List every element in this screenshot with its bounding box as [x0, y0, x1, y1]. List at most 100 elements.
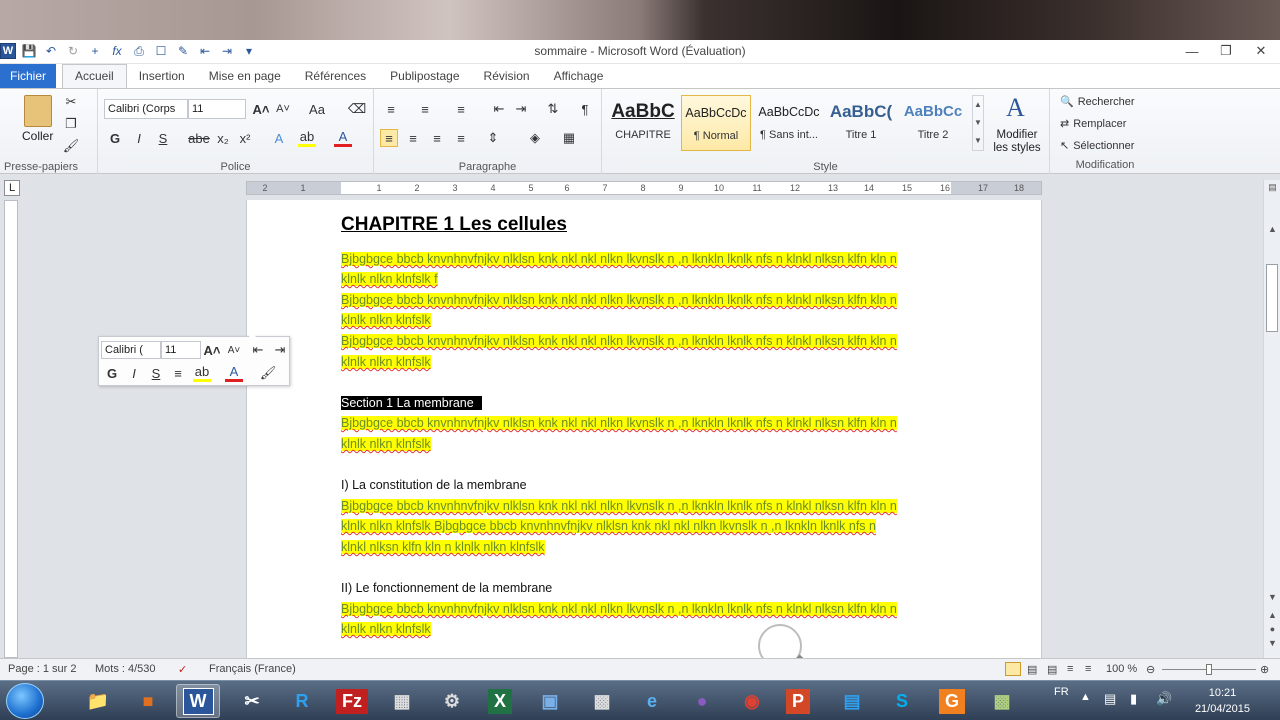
shrink-font-icon[interactable]: A˅ [274, 100, 292, 118]
mini-font-size[interactable]: 11 [161, 341, 201, 359]
tray-expand-icon[interactable]: ▲ [1080, 691, 1091, 703]
font-name-select[interactable]: Calibri (Corps [104, 99, 188, 119]
subheading-fonctionnement[interactable]: II) Le fonctionnement de la membrane [341, 578, 552, 598]
scroll-thumb[interactable] [1266, 264, 1278, 332]
tab-page-layout[interactable]: Mise en page [197, 65, 293, 88]
tab-view[interactable]: Affichage [542, 65, 616, 88]
filler-paragraph[interactable]: klnlk nlkn klnfslk f [341, 272, 438, 286]
justify-icon[interactable]: ≡ [452, 129, 470, 147]
tray-device-icon[interactable]: ▤ [1104, 691, 1116, 707]
bullets-icon[interactable]: ≡ [382, 100, 400, 118]
tab-file[interactable]: Fichier [0, 64, 56, 88]
next-page-icon[interactable]: ▼ [1264, 638, 1280, 652]
mini-font-name[interactable]: Calibri ( [101, 341, 161, 359]
filler-paragraph[interactable]: klnlk nlkn klnfslk Bjbgbgce bbcb knvnhnv… [341, 519, 876, 533]
filler-paragraph[interactable]: klnlk nlkn klnfslk [341, 355, 431, 369]
mini-shrink-font-icon[interactable]: A˅ [225, 341, 243, 359]
mini-indent-icon[interactable]: ⇥ [271, 341, 289, 359]
decrease-indent-icon[interactable]: ⇤ [490, 100, 508, 118]
style-titre-2[interactable]: AaBbCc Titre 2 [898, 95, 968, 151]
previous-page-icon[interactable]: ▲ [1264, 610, 1280, 624]
vertical-scrollbar[interactable]: ▤ ▲ ▼ ▲ ● ▼ [1263, 180, 1280, 658]
full-screen-view-icon[interactable]: ▤ [1027, 663, 1037, 676]
input-language[interactable]: FR [1054, 686, 1069, 698]
replace-button[interactable]: ⇄ Remplacer [1060, 117, 1126, 131]
sort-icon[interactable]: ⇅ [544, 100, 562, 118]
internet-explorer-icon[interactable]: e [630, 684, 674, 718]
subscript-icon[interactable]: x₂ [214, 129, 232, 147]
align-right-icon[interactable]: ≡ [428, 129, 446, 147]
filler-paragraph[interactable]: Bjbgbgce bbcb knvnhnvfnjkv nlklsn knk nk… [341, 334, 897, 348]
superscript-icon[interactable]: x² [236, 129, 254, 147]
select-button[interactable]: ↖ Sélectionner [1060, 139, 1134, 153]
filler-paragraph[interactable]: klnlk nlkn klnfslk [341, 437, 431, 451]
network-icon[interactable]: ▮ [1130, 691, 1137, 707]
page-count[interactable]: Page : 1 sur 2 [8, 663, 77, 675]
maximize-button[interactable]: ❐ [1211, 42, 1241, 60]
grow-font-icon[interactable]: A˄ [252, 100, 270, 118]
horizontal-ruler[interactable]: 2 1 1 2 3 4 5 6 7 8 9 10 11 12 13 14 15 … [246, 181, 1042, 195]
multilevel-list-icon[interactable]: ≡ [452, 100, 470, 118]
word-taskbar-icon[interactable]: W [176, 684, 220, 718]
filler-paragraph[interactable]: klnlk nlkn klnfslk [341, 622, 431, 636]
show-formatting-icon[interactable]: ¶ [576, 100, 594, 118]
paste-button[interactable]: Coller [22, 129, 53, 143]
filezilla-icon[interactable]: Fz [330, 684, 374, 718]
powerpoint-icon[interactable]: P [776, 684, 820, 718]
draft-view-icon[interactable]: ≡ [1085, 663, 1091, 675]
bold-button[interactable]: G [106, 129, 124, 147]
start-button[interactable] [6, 683, 44, 719]
app-blue-icon[interactable]: ▤ [830, 684, 874, 718]
calculator-icon[interactable]: ▦ [380, 684, 424, 718]
mini-italic-button[interactable]: I [125, 364, 143, 382]
section-heading-selected[interactable]: Section 1 La membrane [341, 396, 482, 410]
font-color-icon[interactable]: A [334, 129, 352, 147]
media-icon[interactable]: ▩ [580, 684, 624, 718]
mini-format-painter-icon[interactable]: 🖌 [259, 364, 277, 382]
outline-view-icon[interactable]: ≡ [1067, 663, 1073, 675]
mini-grow-font-icon[interactable]: A˄ [203, 341, 221, 359]
filler-paragraph[interactable]: Bjbgbgce bbcb knvnhnvfnjkv nlklsn knk nk… [341, 499, 897, 513]
style-titre-1[interactable]: AaBbC( Titre 1 [826, 95, 896, 151]
style-chapitre[interactable]: AaBbC CHAPITRE [608, 95, 678, 151]
tab-selector[interactable]: L [4, 180, 20, 196]
filler-paragraph[interactable]: Bjbgbgce bbcb knvnhnvfnjkv nlklsn knk nk… [341, 252, 897, 266]
mini-font-color-icon[interactable]: A [225, 364, 243, 382]
filler-paragraph[interactable]: klnkl nlksn klfn kln n klnlk nlkn klnfsl… [341, 540, 545, 554]
borders-icon[interactable]: ▦ [560, 129, 578, 147]
align-center-icon[interactable]: ≡ [404, 129, 422, 147]
zoom-in-icon[interactable]: ⊕ [1260, 663, 1269, 676]
pdf-app-icon[interactable]: G [930, 684, 974, 718]
volume-icon[interactable]: 🔊 [1156, 691, 1172, 707]
onenote-icon[interactable]: ● [680, 684, 724, 718]
chrome-icon[interactable]: ◉ [730, 684, 774, 718]
style-sans-interligne[interactable]: AaBbCcDc ¶ Sans int... [754, 95, 824, 151]
font-size-select[interactable]: 11 [188, 99, 246, 119]
app-r-icon[interactable]: R [280, 684, 324, 718]
filler-paragraph[interactable]: Bjbgbgce bbcb knvnhnvfnjkv nlklsn knk nk… [341, 293, 897, 307]
zoom-out-icon[interactable]: ⊖ [1146, 663, 1155, 676]
strikethrough-icon[interactable]: abe [188, 129, 210, 147]
cut-icon[interactable]: ✂ [62, 93, 80, 111]
mini-center-icon[interactable]: ≡ [169, 364, 187, 382]
filler-paragraph[interactable]: Bjbgbgce bbcb knvnhnvfnjkv nlklsn knk nk… [341, 602, 897, 616]
numbering-icon[interactable]: ≡ [416, 100, 434, 118]
vertical-ruler[interactable] [4, 200, 18, 658]
find-button[interactable]: 🔍 Rechercher [1060, 95, 1135, 109]
minimize-button[interactable]: — [1177, 42, 1207, 60]
change-case-icon[interactable]: Aa [308, 100, 326, 118]
excel-icon[interactable]: X [478, 684, 522, 718]
browse-object-icon[interactable]: ● [1264, 624, 1280, 638]
ruler-toggle-icon[interactable]: ▤ [1264, 182, 1280, 196]
document-page[interactable]: CHAPITRE 1 Les cellules Bjbgbgce bbcb kn… [246, 200, 1042, 658]
network-app-icon[interactable]: ▣ [528, 684, 572, 718]
tab-home[interactable]: Accueil [62, 64, 127, 88]
tab-references[interactable]: Références [293, 65, 378, 88]
filler-paragraph[interactable]: klnlk nlkn klnfslk [341, 313, 431, 327]
scroll-up-icon[interactable]: ▲ [1264, 224, 1280, 238]
clock[interactable]: 10:21 21/04/2015 [1195, 685, 1250, 717]
line-spacing-icon[interactable]: ⇕ [484, 129, 502, 147]
text-effects-icon[interactable]: A [270, 129, 288, 147]
word-count[interactable]: Mots : 4/530 [95, 663, 156, 675]
chapter-heading[interactable]: CHAPITRE 1 Les cellules [341, 214, 567, 236]
